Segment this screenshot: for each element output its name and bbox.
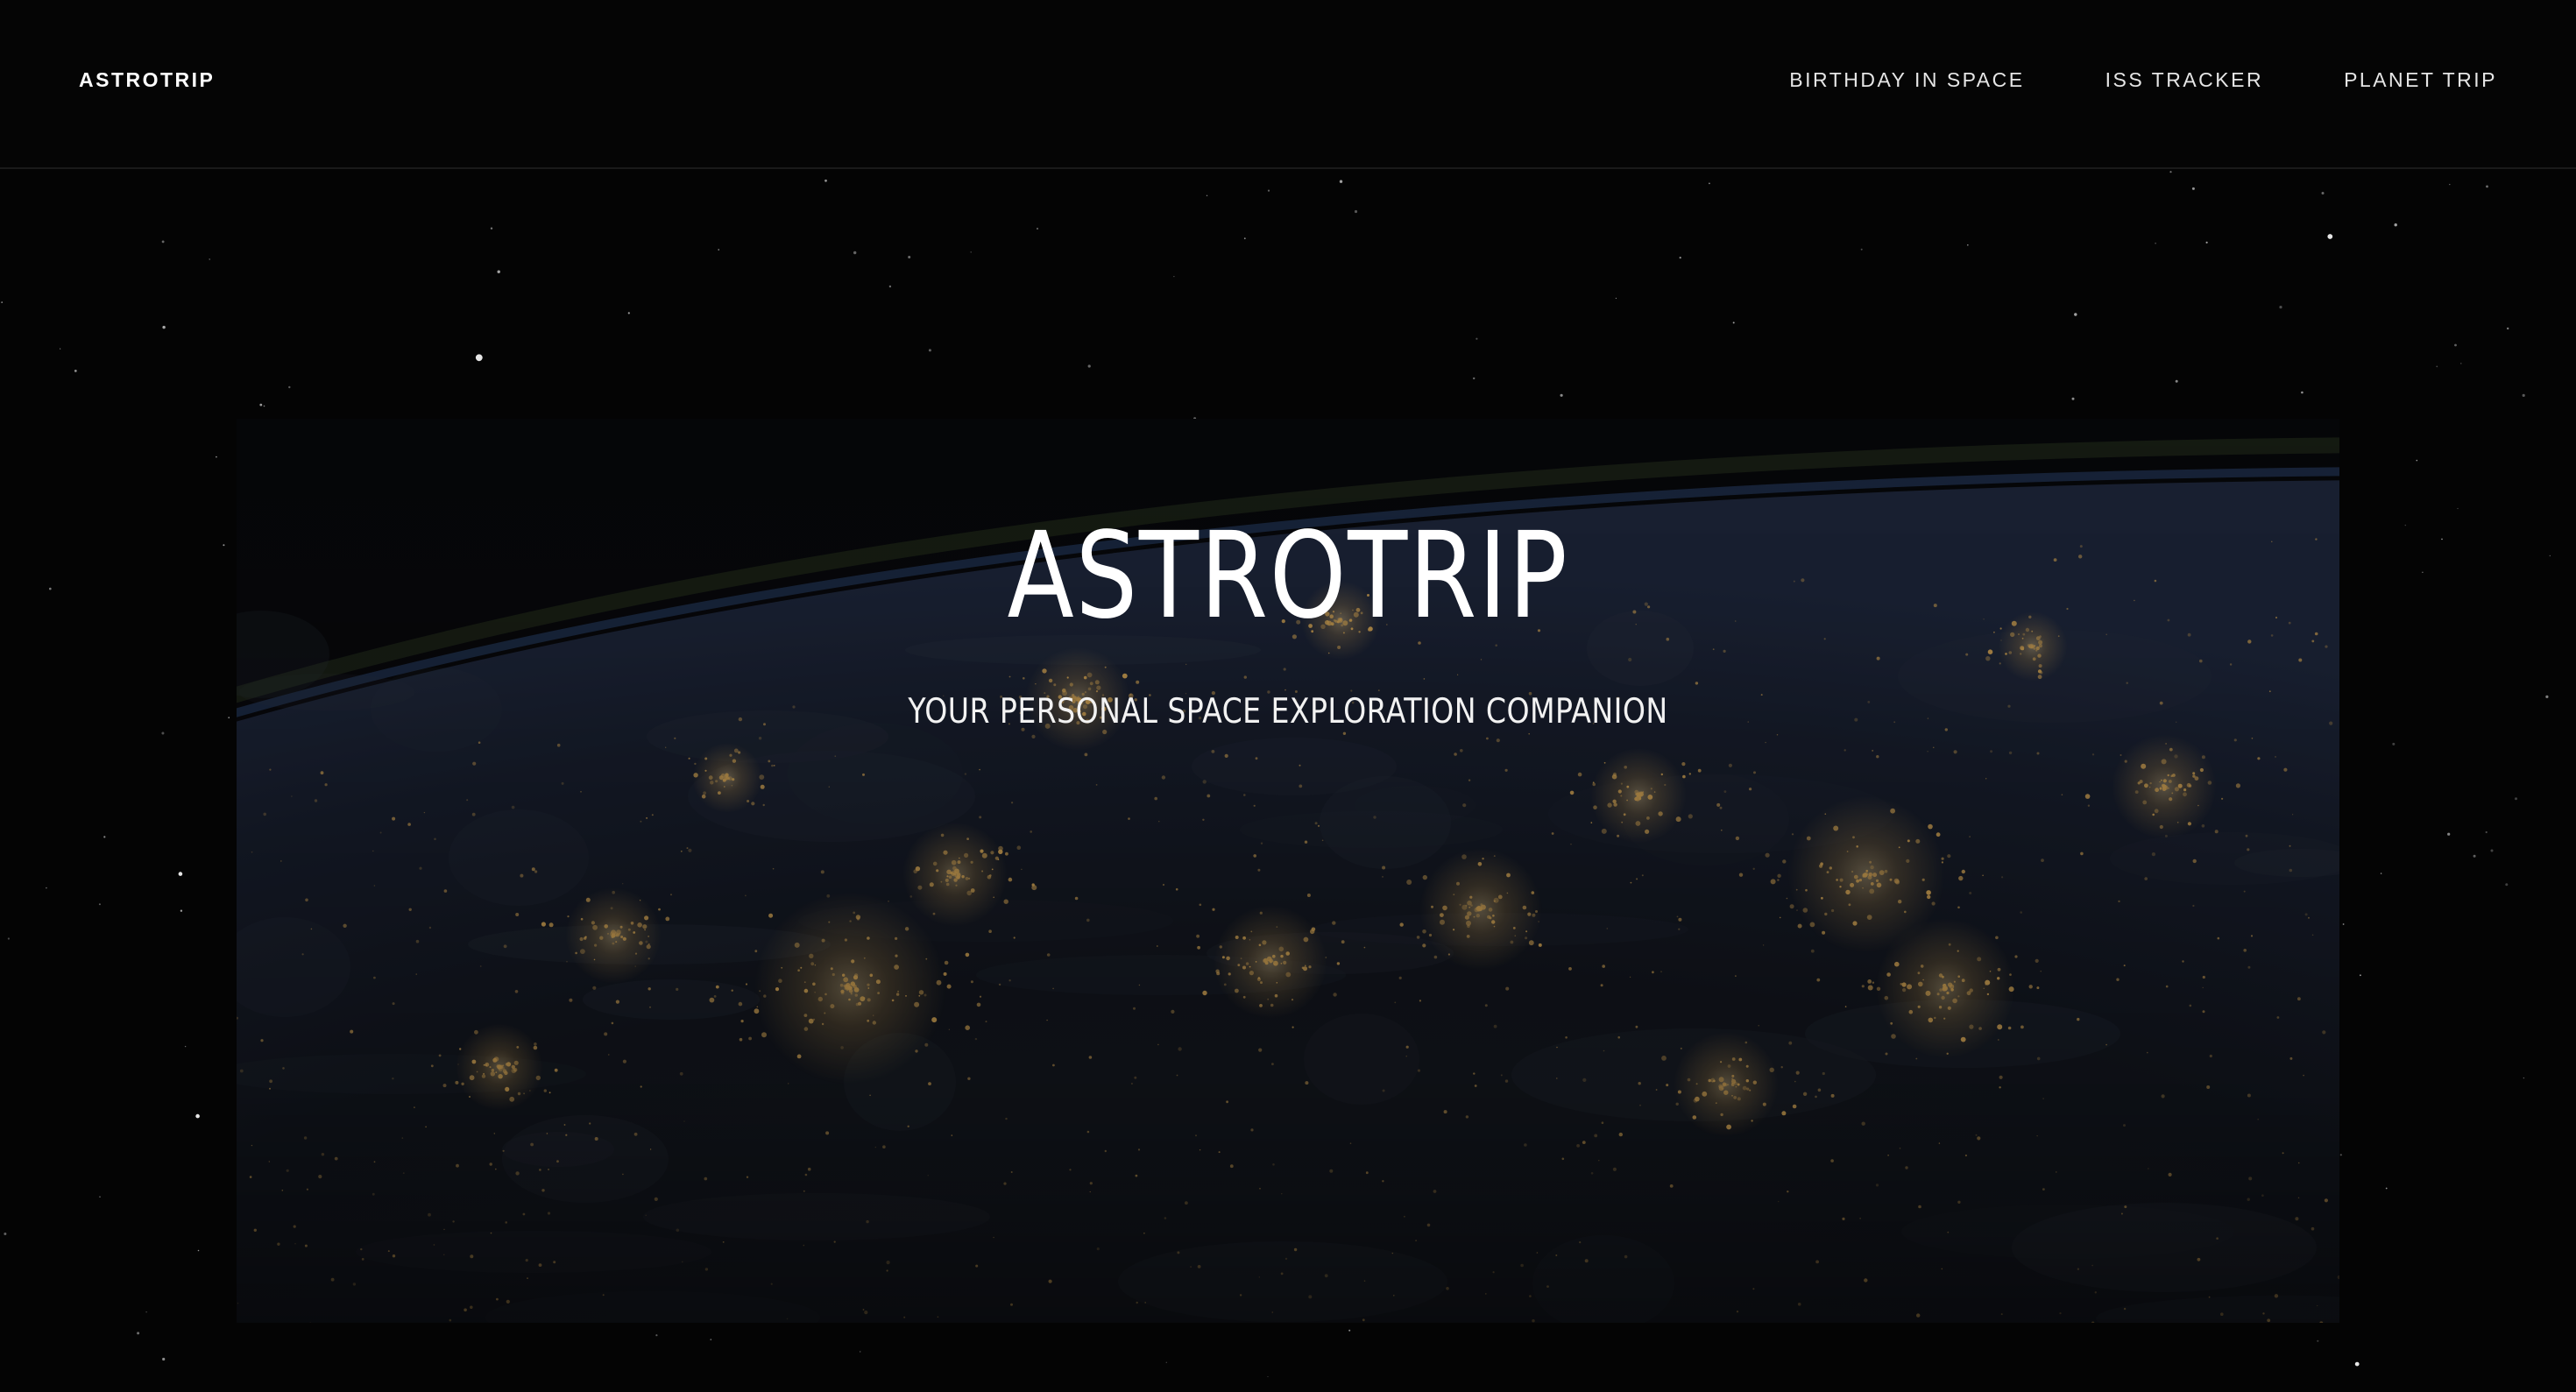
- hero-subtitle: YOUR PERSONAL SPACE EXPLORATION COMPANIO…: [908, 692, 1668, 731]
- page: ASTROTRIP BIRTHDAY IN SPACE ISS TRACKER …: [0, 0, 2576, 1392]
- nav-link-planet-trip[interactable]: PLANET TRIP: [2344, 68, 2497, 92]
- hero-title: ASTROTRIP: [1007, 507, 1569, 646]
- nav-link-birthday-in-space[interactable]: BIRTHDAY IN SPACE: [1789, 68, 2024, 92]
- hero-section: ASTROTRIP YOUR PERSONAL SPACE EXPLORATIO…: [0, 517, 2576, 731]
- top-navigation-bar: ASTROTRIP BIRTHDAY IN SPACE ISS TRACKER …: [0, 0, 2576, 169]
- brand-logo-link[interactable]: ASTROTRIP: [79, 68, 215, 92]
- nav-link-iss-tracker[interactable]: ISS TRACKER: [2105, 68, 2263, 92]
- main-nav: BIRTHDAY IN SPACE ISS TRACKER PLANET TRI…: [1789, 68, 2497, 92]
